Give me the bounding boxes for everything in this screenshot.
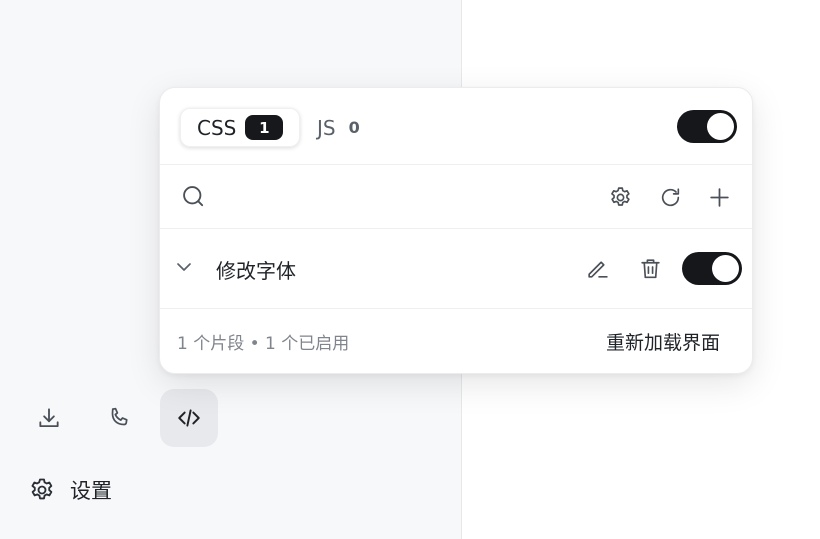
code-button[interactable] bbox=[160, 389, 218, 447]
tab-css[interactable]: CSS 1 bbox=[180, 108, 301, 147]
snippet-settings-button[interactable] bbox=[603, 180, 637, 214]
gear-icon bbox=[31, 478, 53, 500]
settings-label: 设置 bbox=[70, 479, 112, 503]
download-icon bbox=[39, 408, 59, 428]
snippet-toggle[interactable] bbox=[682, 252, 742, 285]
pencil-icon bbox=[587, 260, 608, 278]
js-count: 0 bbox=[348, 118, 360, 137]
refresh-button[interactable] bbox=[653, 180, 687, 214]
plus-icon bbox=[709, 187, 729, 207]
snippet-row: 修改字体 bbox=[160, 229, 752, 309]
snippet-status: 1 个片段 • 1 个已启用 bbox=[177, 334, 350, 354]
css-count-badge: 1 bbox=[245, 115, 284, 140]
phone-button[interactable] bbox=[90, 389, 148, 447]
code-icon bbox=[178, 409, 200, 427]
search-icon bbox=[183, 186, 204, 207]
bottom-toolbar bbox=[20, 388, 218, 448]
refresh-icon bbox=[661, 187, 679, 206]
popover-header: CSS 1 JS 0 bbox=[160, 88, 752, 165]
delete-snippet-button[interactable] bbox=[633, 251, 667, 285]
master-toggle[interactable] bbox=[677, 110, 737, 143]
tab-css-label: CSS bbox=[197, 115, 237, 140]
snippet-name[interactable]: 修改字体 bbox=[216, 255, 296, 284]
phone-icon bbox=[111, 407, 128, 426]
chevron-down-icon[interactable] bbox=[172, 255, 196, 279]
search-input[interactable] bbox=[216, 179, 586, 215]
tab-js-label: JS bbox=[317, 115, 336, 140]
download-button[interactable] bbox=[20, 389, 78, 447]
gear-icon bbox=[610, 186, 630, 206]
search-row bbox=[160, 165, 752, 229]
toggle-knob bbox=[712, 255, 739, 282]
edit-snippet-button[interactable] bbox=[580, 251, 614, 285]
toggle-knob bbox=[707, 113, 734, 140]
snippets-popover: CSS 1 JS 0 修改字体 1 个片段 • 1 个已启用 重新加载界面 bbox=[159, 87, 753, 374]
add-snippet-button[interactable] bbox=[702, 180, 736, 214]
reload-ui-button[interactable]: 重新加载界面 bbox=[606, 328, 720, 355]
settings-button[interactable]: 设置 bbox=[28, 472, 112, 508]
tab-js[interactable]: JS 0 bbox=[301, 108, 376, 147]
trash-icon bbox=[640, 258, 660, 278]
popover-footer: 1 个片段 • 1 个已启用 重新加载界面 bbox=[160, 309, 752, 373]
